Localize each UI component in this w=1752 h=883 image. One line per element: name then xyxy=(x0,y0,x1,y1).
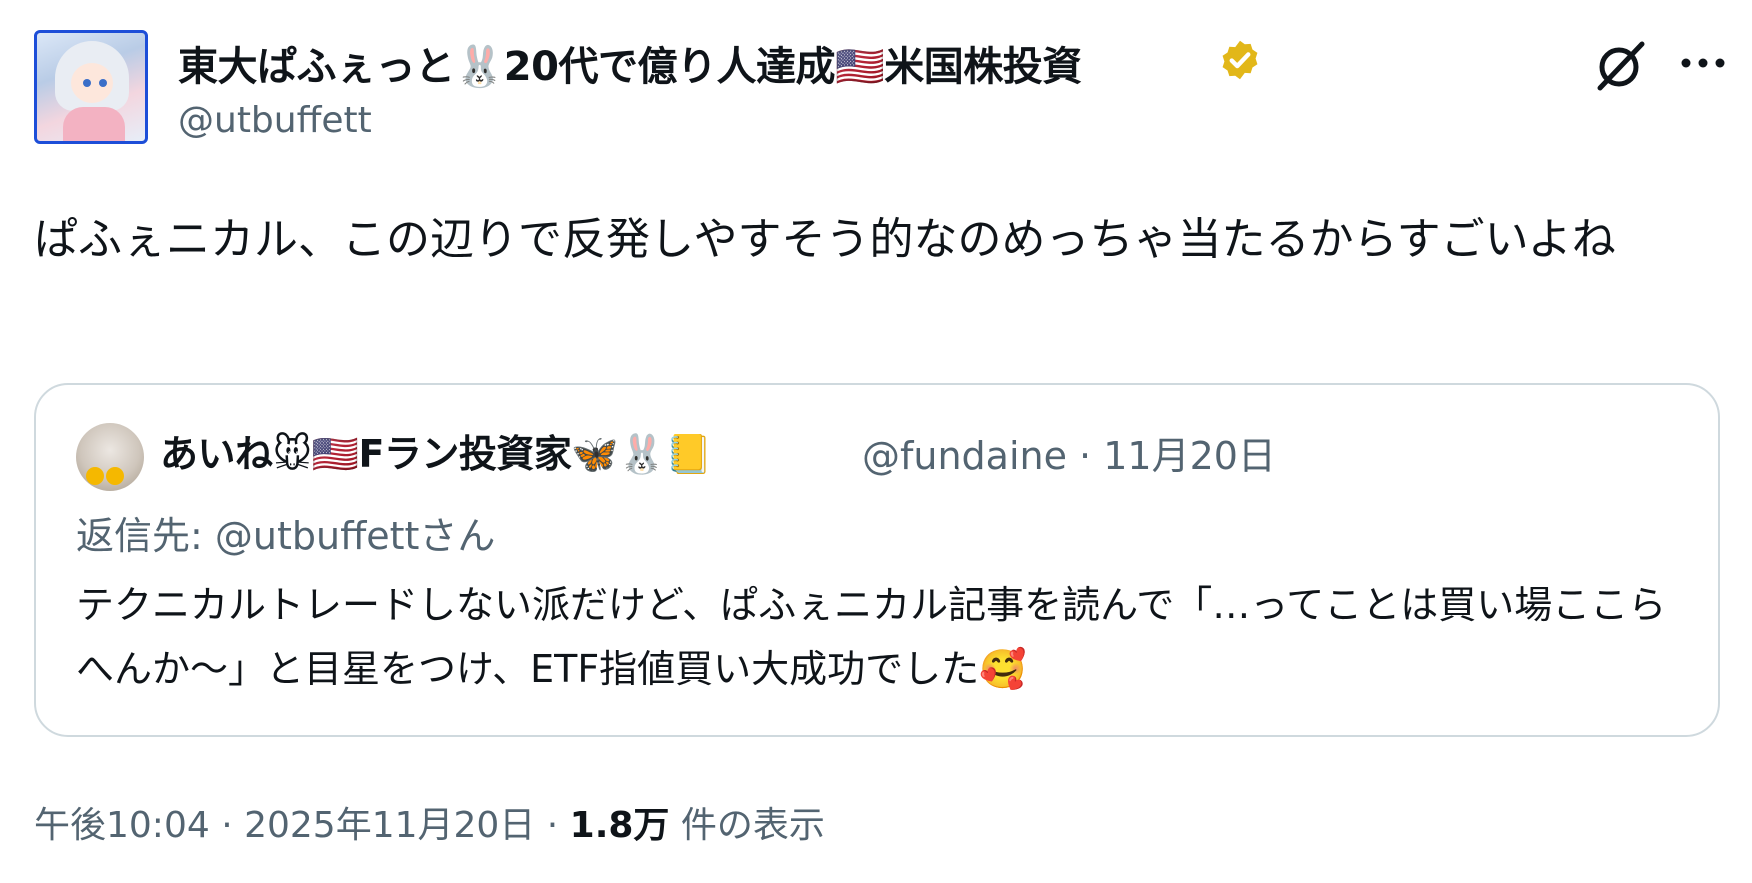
timestamp[interactable]: 午後10:04 · 2025年11月20日 · xyxy=(34,805,570,846)
quoted-author-avatar[interactable] xyxy=(76,423,144,491)
tweet-footer: 午後10:04 · 2025年11月20日 · 1.8万 件の表示 xyxy=(34,796,825,848)
more-options-icon[interactable] xyxy=(1680,56,1726,70)
author-display-name[interactable]: 東大ぱふぇっと🐰20代で億り人達成🇺🇸米国株投資 xyxy=(178,34,1082,92)
quoted-author-display-name[interactable]: あいね🐭🇺🇸Fラン投資家🦋🐰📒 xyxy=(160,423,712,478)
tweet-text: ぱふぇニカル、この辺りで反発しやすそう的なのめっちゃ当たるからすごいよね xyxy=(34,214,1616,265)
views-count: 1.8万 xyxy=(569,805,670,846)
grok-icon[interactable] xyxy=(1592,38,1648,94)
quoted-tweet-card[interactable]: あいね🐭🇺🇸Fラン投資家🦋🐰📒 @fundaine · 11月20日 返信先: … xyxy=(34,383,1720,737)
avatar-flower xyxy=(86,467,104,485)
quoted-author-handle-date[interactable]: @fundaine · 11月20日 xyxy=(862,425,1276,480)
verified-badge-icon xyxy=(1222,40,1258,80)
quoted-tweet-text: テクニカルトレードしない派だけど、ぱふぇニカル記事を読んで「…ってことは買い場こ… xyxy=(76,583,1667,691)
views-label: 件の表示 xyxy=(669,805,825,846)
reply-to-label: 返信先: @utbuffettさん xyxy=(76,514,496,558)
avatar-eye-right xyxy=(99,79,107,87)
author-avatar[interactable] xyxy=(34,30,148,144)
avatar-body xyxy=(63,107,125,141)
author-handle[interactable]: @utbuffett xyxy=(178,100,372,141)
avatar-flower xyxy=(106,467,124,485)
avatar-eye-left xyxy=(83,79,91,87)
